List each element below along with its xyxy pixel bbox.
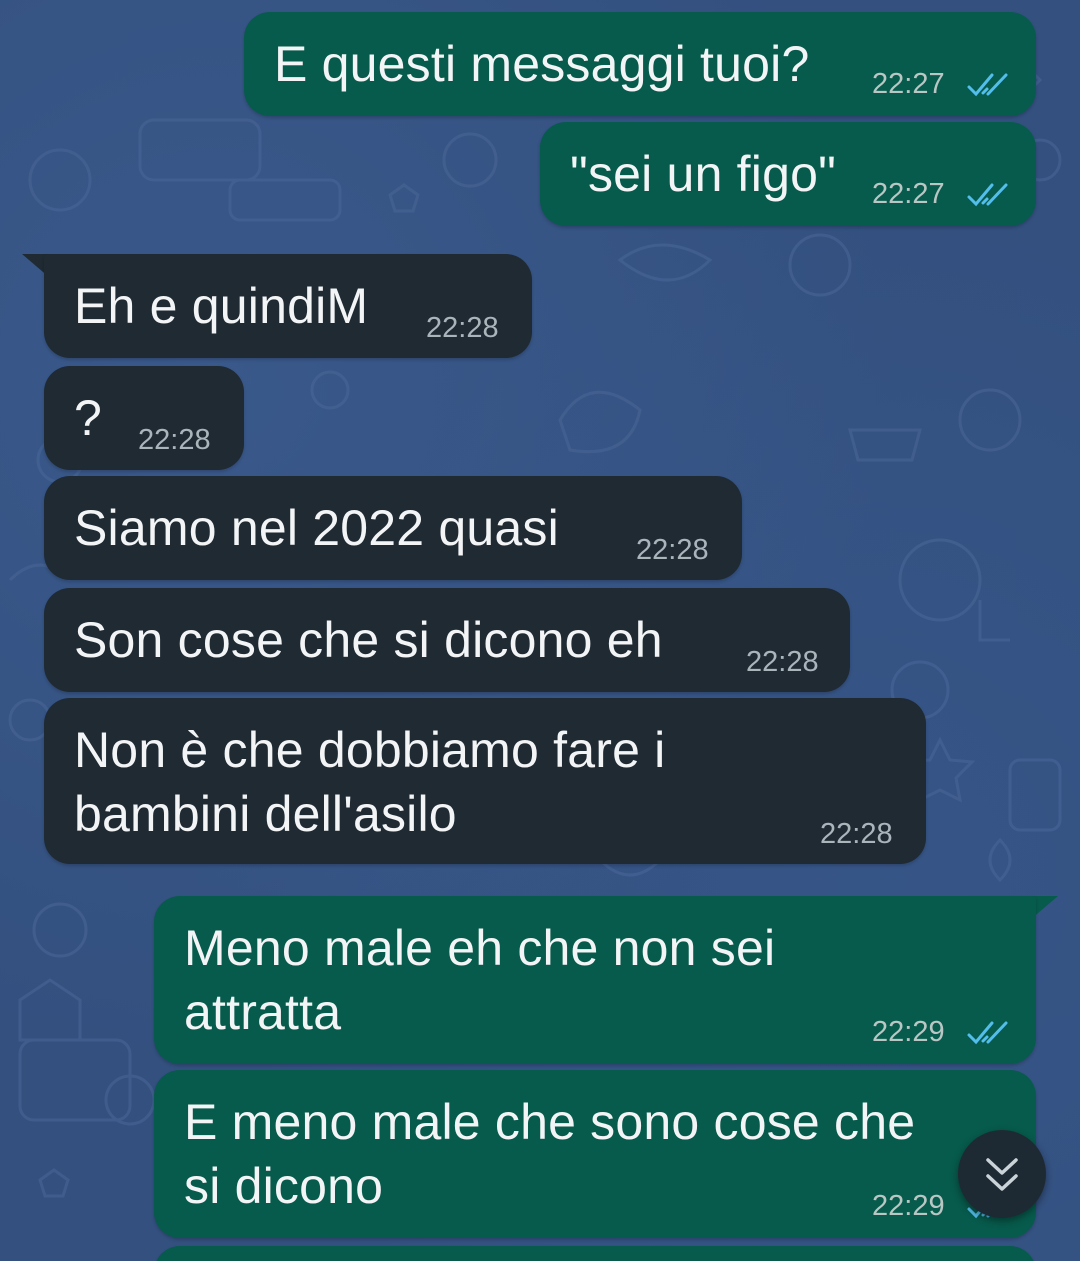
- message-bubble-outgoing[interactable]: E questi messaggi tuoi? 22:27: [244, 12, 1036, 116]
- message-bubble-outgoing[interactable]: Meno male eh che non sei attratta 22:29: [154, 896, 1036, 1064]
- message-bubble-incoming[interactable]: ? 22:28: [44, 366, 244, 470]
- message-time: 22:29: [872, 1016, 945, 1048]
- message-text: "sei un figo": [570, 146, 837, 202]
- message-text: Siamo nel 2022 quasi: [74, 500, 559, 556]
- read-ticks-icon: [967, 1021, 1008, 1045]
- read-ticks-icon: [967, 73, 1008, 97]
- message-time: 22:28: [138, 424, 211, 456]
- message-time: 22:28: [746, 646, 819, 678]
- message-time: 22:27: [872, 178, 945, 210]
- message-text: Meno male eh che non sei attratta: [184, 920, 776, 1040]
- message-bubble-incoming[interactable]: Non è che dobbiamo fare i bambini dell'a…: [44, 698, 926, 864]
- message-text: Non è che dobbiamo fare i bambini dell'a…: [74, 722, 666, 842]
- message-time: 22:27: [872, 68, 945, 100]
- message-time: 22:28: [426, 312, 499, 344]
- message-bubble-incoming[interactable]: Son cose che si dicono eh 22:28: [44, 588, 850, 692]
- message-text: Son cose che si dicono eh: [74, 612, 663, 668]
- message-bubble-outgoing[interactable]: "sei un figo" 22:27: [540, 122, 1036, 226]
- message-bubble-outgoing-partial[interactable]: [154, 1246, 1036, 1261]
- double-chevron-down-icon: [986, 1158, 1018, 1191]
- read-ticks-icon: [967, 183, 1008, 207]
- message-bubble-incoming[interactable]: Siamo nel 2022 quasi 22:28: [44, 476, 742, 580]
- message-bubble-outgoing[interactable]: E meno male che sono cose che si dicono …: [154, 1070, 1036, 1238]
- message-text: ?: [74, 390, 103, 446]
- message-time: 22:28: [636, 534, 709, 566]
- message-time: 22:29: [872, 1190, 945, 1222]
- message-text: E questi messaggi tuoi?: [274, 36, 810, 92]
- message-text: E meno male che sono cose che si dicono: [184, 1094, 916, 1214]
- scroll-to-bottom-button[interactable]: [958, 1130, 1046, 1218]
- message-time: 22:28: [820, 818, 893, 850]
- message-list[interactable]: E questi messaggi tuoi? 22:27 "sei un fi…: [0, 0, 1080, 1261]
- message-bubble-incoming[interactable]: Eh e quindiM 22:28: [44, 254, 532, 358]
- message-text: Eh e quindiM: [74, 278, 369, 334]
